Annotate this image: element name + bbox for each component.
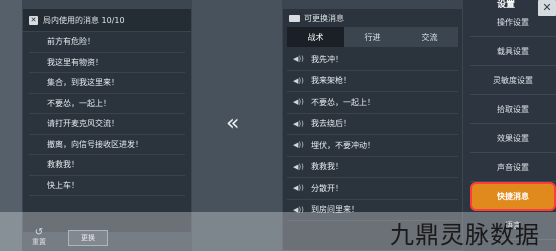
option-text: 我先冲！ <box>311 54 343 64</box>
message-item[interactable]: 集合，到我这里来！ <box>29 73 185 94</box>
option-text: 我去绕后！ <box>311 119 351 129</box>
speaker-icon: ◀)) <box>293 55 304 64</box>
option-text: 救救我！ <box>311 162 343 172</box>
message-item[interactable]: 我这里有物资！ <box>29 53 185 73</box>
message-text: 请打开麦克风交流！ <box>47 119 119 129</box>
tab-communication[interactable]: 交流 <box>401 27 458 47</box>
option-item[interactable]: ◀)) 我去绕后！ <box>287 114 458 135</box>
tab-movement[interactable]: 行进 <box>344 27 401 47</box>
double-chevron-left-icon[interactable]: « <box>226 113 239 135</box>
message-text: 前方有危险！ <box>47 37 95 47</box>
tab-tactics[interactable]: 战术 <box>287 27 344 47</box>
in-game-messages-panel: ✕ 局内使用的消息 10/10 前方有危险！ 我这里有物资！ 集合，到我这里来！… <box>22 8 192 233</box>
message-text: 快上车！ <box>47 180 79 190</box>
option-text: 埋伏，不要冲动！ <box>311 140 375 150</box>
sidebar-item-sensitivity[interactable]: 灵敏度设置 <box>470 66 556 95</box>
option-item[interactable]: ◀)) 不要怂，一起上！ <box>287 92 458 114</box>
replaceable-messages-header: 可更换消息 <box>283 9 462 27</box>
in-game-messages-title: 局内使用的消息 10/10 <box>43 15 125 25</box>
sidebar-item-pickup[interactable]: 拾取设置 <box>470 95 556 124</box>
watermark-text: 九鼎灵脉数据 <box>390 221 540 249</box>
option-item[interactable]: ◀)) 埋伏，不要冲动！ <box>287 135 458 157</box>
message-text: 集合，到我这里来！ <box>47 78 119 88</box>
message-item[interactable]: 快上车！ <box>29 176 185 196</box>
option-item[interactable]: ◀)) 分散开！ <box>287 178 458 200</box>
message-text: 救救我！ <box>47 160 79 170</box>
option-text: 我来架枪！ <box>311 76 351 86</box>
speaker-icon: ◀)) <box>293 98 304 107</box>
speaker-icon: ◀)) <box>293 76 304 85</box>
sidebar-item-quick-messages[interactable]: 快捷消息 <box>470 182 556 211</box>
message-item[interactable]: 撤离，向信号接收区进发！ <box>29 135 185 155</box>
in-game-message-list: 前方有危险！ 我这里有物资！ 集合，到我这里来！ 不要怂，一起上！ 请打开麦克风… <box>23 32 191 196</box>
sidebar-item-vehicle[interactable]: 载具设置 <box>470 37 556 66</box>
message-item[interactable]: 不要怂，一起上！ <box>29 94 185 114</box>
message-item[interactable]: 救救我！ <box>29 155 185 176</box>
keyboard-icon <box>289 14 300 22</box>
message-text: 撤离，向信号接收区进发！ <box>47 139 143 149</box>
settings-sidebar: 操作设置 载具设置 灵敏度设置 拾取设置 效果设置 声音设置 快捷消息 语言 <box>470 8 556 240</box>
checkbox-icon[interactable]: ✕ <box>29 15 38 25</box>
option-item[interactable]: ◀)) 我来架枪！ <box>287 71 458 92</box>
option-text: 分散开！ <box>311 183 343 193</box>
option-text: 不要怂，一起上！ <box>311 97 375 107</box>
message-text: 不要怂，一起上！ <box>47 98 111 108</box>
replaceable-message-list: ◀)) 我先冲！ ◀)) 我来架枪！ ◀)) 不要怂，一起上！ ◀)) 我去绕后！ ◀)… <box>283 47 462 221</box>
message-text: 我这里有物资！ <box>47 57 103 67</box>
option-item[interactable]: ◀)) 救救我！ <box>287 157 458 178</box>
speaker-icon: ◀)) <box>293 162 304 171</box>
sidebar-item-effects[interactable]: 效果设置 <box>470 124 556 153</box>
speaker-icon: ◀)) <box>293 141 304 150</box>
sidebar-item-controls[interactable]: 操作设置 <box>470 8 556 37</box>
speaker-icon: ◀)) <box>293 119 304 128</box>
sidebar-item-sound[interactable]: 声音设置 <box>470 153 556 182</box>
category-tabs: 战术 行进 交流 <box>287 27 458 47</box>
message-item[interactable]: 前方有危险！ <box>29 32 185 53</box>
replaceable-messages-title: 可更换消息 <box>304 13 344 23</box>
speaker-icon: ◀)) <box>293 184 304 193</box>
option-item[interactable]: ◀)) 我先冲！ <box>287 49 458 71</box>
in-game-messages-header: ✕ 局内使用的消息 10/10 <box>23 9 191 32</box>
message-item[interactable]: 请打开麦克风交流！ <box>29 114 185 135</box>
